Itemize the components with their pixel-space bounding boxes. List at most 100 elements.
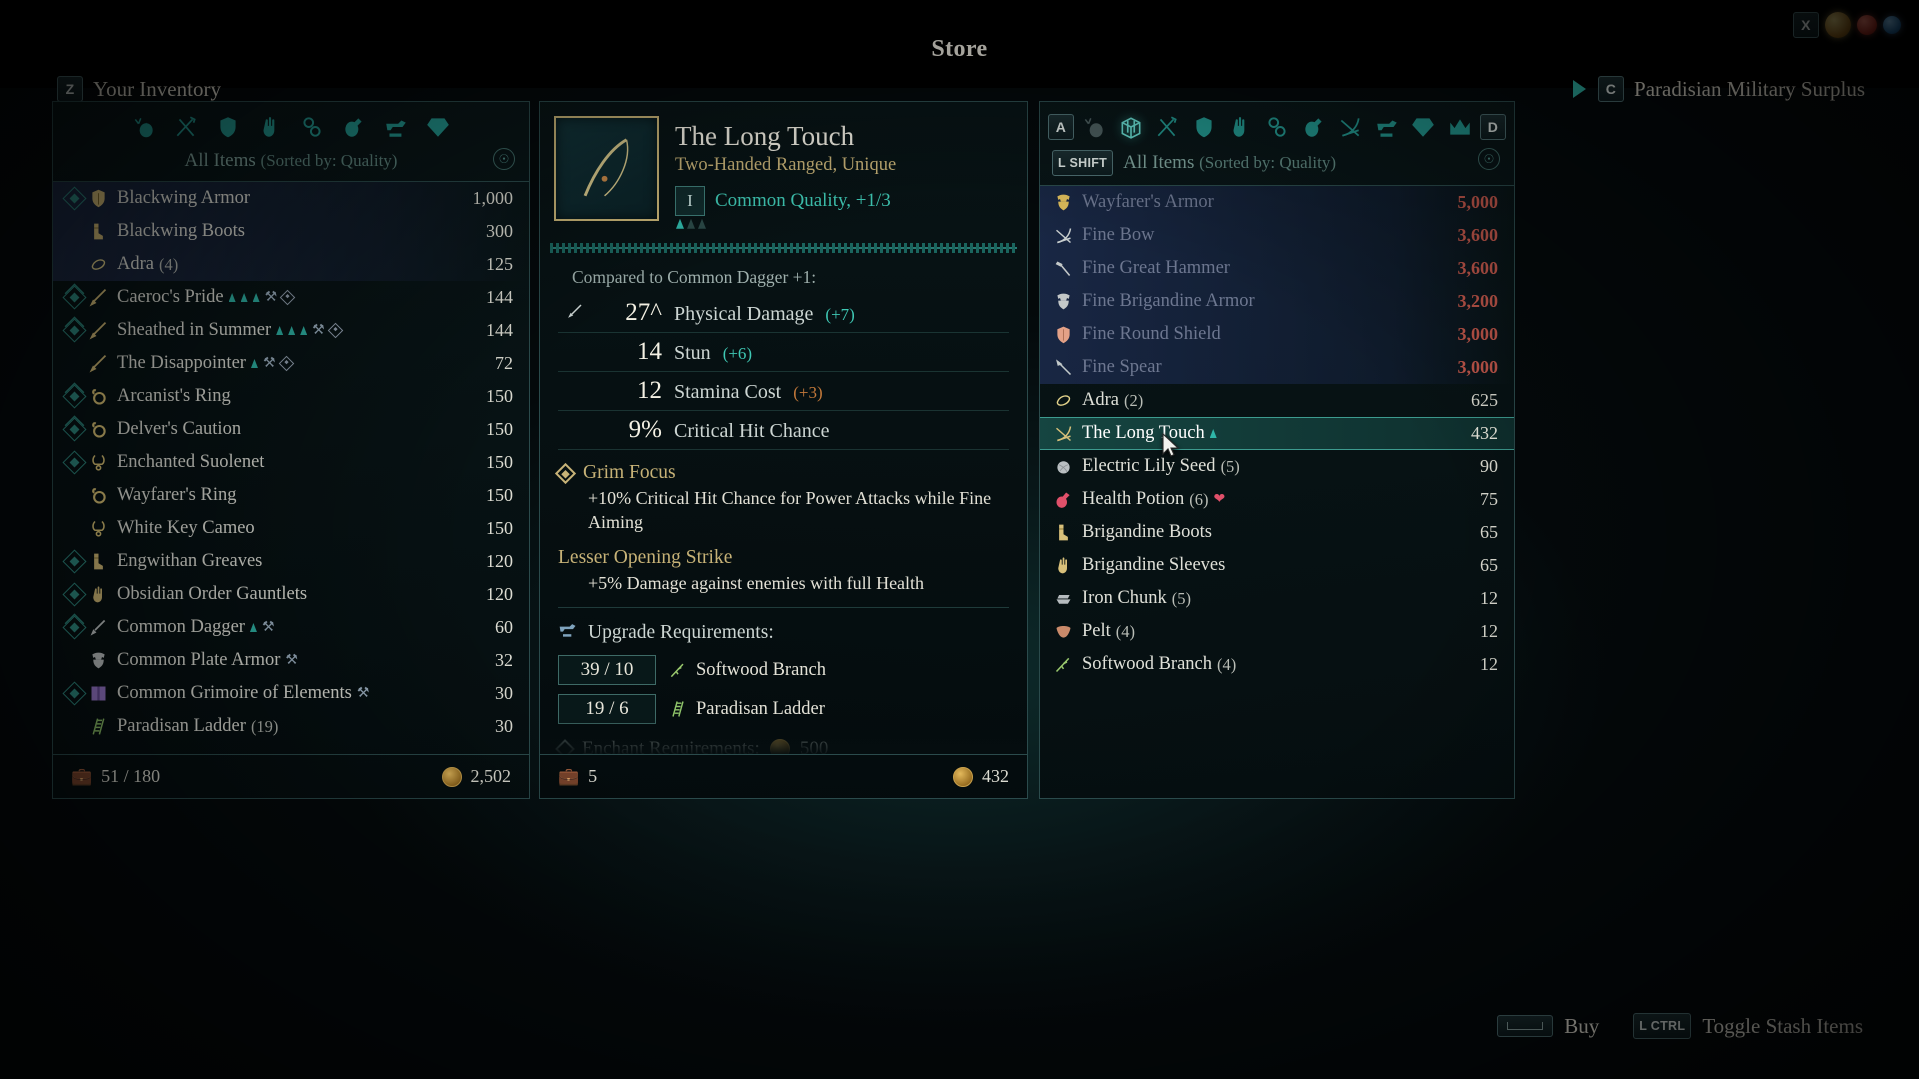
- item-row[interactable]: Arcanist's Ring 150: [53, 380, 529, 413]
- inventory-panel: All Items (Sorted by: Quality) ☉ Blackwi…: [52, 101, 530, 799]
- armor-icon[interactable]: [211, 112, 245, 142]
- item-row[interactable]: Sheathed in Summer ⚒ 144: [53, 314, 529, 347]
- item-row[interactable]: Adra (4) 125: [53, 248, 529, 281]
- crate-icon[interactable]: [1115, 112, 1148, 142]
- item-row[interactable]: Fine Round Shield 3,000: [1040, 318, 1514, 351]
- prev-category-key[interactable]: A: [1048, 114, 1074, 140]
- toggle-stash-label: Toggle Stash Items: [1702, 1013, 1863, 1038]
- item-row[interactable]: Obsidian Order Gauntlets 120: [53, 578, 529, 611]
- close-key-badge[interactable]: X: [1793, 12, 1819, 38]
- item-row[interactable]: Engwithan Greaves 120: [53, 545, 529, 578]
- sort-toggle-icon[interactable]: ☉: [1478, 148, 1500, 170]
- item-row[interactable]: Pelt (4) 12: [1040, 615, 1514, 648]
- item-row[interactable]: Common Dagger ⚒ 60: [53, 611, 529, 644]
- item-row[interactable]: Common Plate Armor ⚒ 32: [53, 644, 529, 677]
- space-key-badge[interactable]: [1497, 1015, 1554, 1037]
- item-name: Fine Brigandine Armor: [1082, 291, 1255, 311]
- gems-icon[interactable]: [1407, 112, 1440, 142]
- bow-icon: [1050, 225, 1076, 246]
- inventory-key-badge[interactable]: Z: [57, 76, 83, 102]
- inventory-item-list[interactable]: Blackwing Armor 1,000 Blackwing Boots 30…: [53, 182, 529, 754]
- stat-name: Stun: [674, 342, 711, 364]
- adra-icon: [1050, 390, 1076, 411]
- item-name: Sheathed in Summer ⚒: [117, 320, 486, 341]
- consumables-icon[interactable]: [337, 112, 371, 142]
- store-filter-row[interactable]: L SHIFT All Items (Sorted by: Quality) ☉: [1040, 148, 1514, 185]
- item-price: 5,000: [1457, 192, 1499, 212]
- item-row[interactable]: Electric Lily Seed (5) 90: [1040, 450, 1514, 483]
- item-row[interactable]: Iron Chunk (5) 12: [1040, 582, 1514, 615]
- item-row[interactable]: Adra (2) 625: [1040, 384, 1514, 417]
- item-price: 150: [486, 419, 513, 439]
- inventory-category-strip: [53, 102, 529, 148]
- ingot-icon: [1050, 588, 1076, 609]
- item-row[interactable]: Common Grimoire of Elements ⚒ 30: [53, 677, 529, 710]
- affix-title: Lesser Opening Strike: [558, 546, 733, 568]
- item-row[interactable]: White Key Cameo 150: [53, 512, 529, 545]
- consumables-icon[interactable]: [1297, 112, 1330, 142]
- item-row[interactable]: The Disappointer ⚒ 72: [53, 347, 529, 380]
- item-row[interactable]: Blackwing Armor 1,000: [53, 182, 529, 215]
- crafting-icon[interactable]: [379, 112, 413, 142]
- crafting-icon[interactable]: [1370, 112, 1403, 142]
- gloves-icon[interactable]: [253, 112, 287, 142]
- item-row[interactable]: Wayfarer's Armor 5,000: [1040, 186, 1514, 219]
- stat-value: 9%: [628, 416, 662, 443]
- item-row[interactable]: Softwood Branch (4) 12: [1040, 648, 1514, 681]
- store-key-badge[interactable]: C: [1598, 76, 1625, 102]
- item-row[interactable]: Blackwing Boots 300: [53, 215, 529, 248]
- anvil-icon: ⚒: [312, 322, 325, 338]
- item-name: Iron Chunk (5): [1082, 588, 1192, 608]
- quality-pip-icon: [687, 218, 695, 229]
- affix-description: +10% Critical Hit Chance for Power Attac…: [588, 488, 992, 532]
- item-row[interactable]: Fine Bow 3,600: [1040, 219, 1514, 252]
- weapons-icon[interactable]: [1151, 112, 1184, 142]
- item-row[interactable]: Fine Spear 3,000: [1040, 351, 1514, 384]
- loot-bag-icon[interactable]: [127, 112, 161, 142]
- item-row[interactable]: Delver's Caution 150: [53, 413, 529, 446]
- inventory-filter-row[interactable]: All Items (Sorted by: Quality) ☉: [53, 148, 529, 181]
- store-filter-key[interactable]: L SHIFT: [1052, 150, 1114, 176]
- inventory-label: Your Inventory: [93, 76, 221, 101]
- enchant-diamond-icon: [278, 355, 294, 372]
- item-row[interactable]: Brigandine Sleeves 65: [1040, 549, 1514, 582]
- item-price: 32: [495, 650, 513, 670]
- item-row[interactable]: The Long Touch 432: [1040, 417, 1514, 450]
- item-badge: [61, 285, 87, 310]
- item-quantity: (5): [1220, 456, 1240, 476]
- item-row[interactable]: Caeroc's Pride ⚒ 144: [53, 281, 529, 314]
- stat-icon: [558, 302, 592, 325]
- upgrade-material-name: Softwood Branch: [696, 659, 826, 680]
- jewelry-icon[interactable]: [295, 112, 329, 142]
- affix-title: Grim Focus: [583, 462, 676, 483]
- loot-bag-icon[interactable]: [1078, 112, 1111, 142]
- bow-icon[interactable]: [1334, 112, 1367, 142]
- item-row[interactable]: Paradisan Ladder (19) 30: [53, 710, 529, 743]
- item-row[interactable]: Fine Great Hammer 3,600: [1040, 252, 1514, 285]
- item-row[interactable]: Brigandine Boots 65: [1040, 516, 1514, 549]
- seed-icon: [1050, 456, 1076, 477]
- crown-icon[interactable]: [1443, 112, 1476, 142]
- weapons-icon[interactable]: [169, 112, 203, 142]
- lctrl-key-badge[interactable]: L CTRL: [1633, 1013, 1692, 1039]
- sort-toggle-icon[interactable]: ☉: [493, 148, 515, 170]
- gloves-icon[interactable]: [1224, 112, 1257, 142]
- plate-icon: [85, 650, 111, 671]
- next-category-key[interactable]: D: [1480, 114, 1507, 140]
- item-row[interactable]: Wayfarer's Ring 150: [53, 479, 529, 512]
- quality-pip-icon: [288, 326, 296, 335]
- quality-key-label: I: [687, 190, 693, 210]
- item-badge: [61, 450, 87, 475]
- item-row[interactable]: Fine Brigandine Armor 3,200: [1040, 285, 1514, 318]
- quality-pip-icon: [250, 359, 258, 368]
- gems-icon[interactable]: [421, 112, 455, 142]
- armor-icon[interactable]: [1188, 112, 1221, 142]
- store-item-list[interactable]: Wayfarer's Armor 5,000 Fine Bow 3,600 Fi…: [1040, 186, 1514, 798]
- buy-hint[interactable]: Buy: [1497, 1014, 1599, 1039]
- quality-key-badge[interactable]: I: [675, 185, 706, 229]
- toggle-stash-hint[interactable]: L CTRL Toggle Stash Items: [1633, 1013, 1863, 1039]
- jewelry-icon[interactable]: [1261, 112, 1294, 142]
- item-row[interactable]: Enchanted Suolenet 150: [53, 446, 529, 479]
- next-arrow-icon[interactable]: [1573, 80, 1587, 98]
- item-row[interactable]: Health Potion (6) ❤ 75: [1040, 483, 1514, 516]
